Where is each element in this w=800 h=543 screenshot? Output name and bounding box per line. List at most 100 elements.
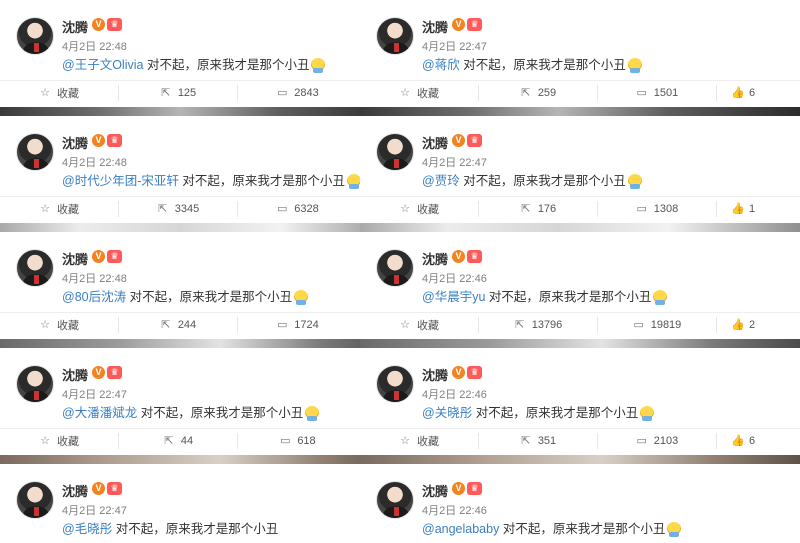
post-time[interactable]: 4月2日 22:47 xyxy=(422,154,487,170)
repost-button[interactable]: ⇱ 125 xyxy=(119,85,238,101)
favorite-button[interactable]: ☆ 收藏 xyxy=(360,317,479,333)
like-button[interactable]: 👍 1 xyxy=(717,201,757,217)
repost-button[interactable]: ⇱ 13796 xyxy=(479,317,598,333)
favorite-button[interactable]: ☆ 收藏 xyxy=(0,317,119,333)
action-bar: ☆ 收藏 ⇱ 44 ▭ 618 xyxy=(0,429,400,453)
repost-button[interactable]: ⇱ 176 xyxy=(479,201,598,217)
clown-emoji-icon xyxy=(640,406,655,421)
repost-icon: ⇱ xyxy=(521,434,531,447)
comment-icon: ▭ xyxy=(633,318,644,331)
right-column: 沈腾 V ♛ 4月2日 22:47 @蒋欣 对不起，原来我才是那个小丑 ☆ 收藏 … xyxy=(360,0,800,543)
avatar[interactable] xyxy=(16,249,54,287)
author-name[interactable]: 沈腾 xyxy=(422,249,448,268)
crown-badge-icon: ♛ xyxy=(467,134,482,147)
comment-button[interactable]: ▭ 618 xyxy=(238,433,357,449)
author-name[interactable]: 沈腾 xyxy=(62,481,88,500)
repost-button[interactable]: ⇱ 351 xyxy=(479,433,598,449)
favorite-button[interactable]: ☆ 收藏 xyxy=(0,201,119,217)
comment-button[interactable]: ▭ 19819 xyxy=(598,317,717,333)
repost-button[interactable]: ⇱ 259 xyxy=(479,85,598,101)
like-button[interactable]: 👍 6 xyxy=(717,85,757,101)
comment-count: 1308 xyxy=(653,203,679,215)
mention-link[interactable]: @毛晓彤 xyxy=(62,522,112,536)
mention-link[interactable]: @angelababy xyxy=(422,522,499,536)
post-time[interactable]: 4月2日 22:48 xyxy=(62,270,127,286)
author-name[interactable]: 沈腾 xyxy=(62,133,88,152)
mention-link[interactable]: @王子文Olivia xyxy=(62,58,143,72)
comment-button[interactable]: ▭ 6328 xyxy=(238,201,357,217)
author-name[interactable]: 沈腾 xyxy=(422,481,448,500)
author-name[interactable]: 沈腾 xyxy=(422,365,448,384)
comment-icon: ▭ xyxy=(277,86,288,99)
post-content: 对不起，原来我才是那个小丑 xyxy=(115,522,279,536)
comment-button[interactable]: ▭ 2103 xyxy=(598,433,717,449)
comment-button[interactable]: ▭ 1501 xyxy=(598,85,717,101)
mention-link[interactable]: @贾玲 xyxy=(422,174,460,188)
mention-link[interactable]: @大潘潘斌龙 xyxy=(62,406,137,420)
post-time[interactable]: 4月2日 22:46 xyxy=(422,386,487,402)
clown-emoji-icon xyxy=(627,58,642,73)
repost-count: 13796 xyxy=(531,319,563,331)
clown-emoji-icon xyxy=(294,290,309,305)
star-icon: ☆ xyxy=(400,86,410,99)
mention-link[interactable]: @蒋欣 xyxy=(422,58,460,72)
post-time[interactable]: 4月2日 22:48 xyxy=(62,154,127,170)
comment-button[interactable]: ▭ 2843 xyxy=(238,85,357,101)
like-count: 2 xyxy=(749,319,756,331)
mention-link[interactable]: @时代少年团-宋亚轩 xyxy=(62,174,179,188)
favorite-button[interactable]: ☆ 收藏 xyxy=(0,85,119,101)
avatar[interactable] xyxy=(16,481,54,519)
weibo-post-card: 沈腾 V ♛ 4月2日 22:46 @华晨宇yu 对不起，原来我才是那个小丑 ☆… xyxy=(360,232,800,348)
avatar[interactable] xyxy=(376,249,414,287)
mention-link[interactable]: @关晓彤 xyxy=(422,406,472,420)
post-time[interactable]: 4月2日 22:48 xyxy=(62,38,127,54)
author-name[interactable]: 沈腾 xyxy=(62,249,88,268)
author-badges: V ♛ xyxy=(92,18,122,32)
favorite-button[interactable]: ☆ 收藏 xyxy=(360,433,479,449)
post-time[interactable]: 4月2日 22:46 xyxy=(422,270,487,286)
repost-button[interactable]: ⇱ 44 xyxy=(119,433,238,449)
verified-v-icon: V xyxy=(452,482,465,495)
author-name[interactable]: 沈腾 xyxy=(422,133,448,152)
avatar[interactable] xyxy=(16,17,54,55)
avatar[interactable] xyxy=(16,365,54,403)
like-button[interactable]: 👍 6 xyxy=(717,433,757,449)
avatar[interactable] xyxy=(376,133,414,171)
comment-count: 1501 xyxy=(653,87,679,99)
repost-button[interactable]: ⇱ 244 xyxy=(119,317,238,333)
weibo-post-card: 沈腾 V ♛ 4月2日 22:47 @大潘潘斌龙 对不起，原来我才是那个小丑 ☆… xyxy=(0,348,400,464)
post-time[interactable]: 4月2日 22:47 xyxy=(62,386,127,402)
post-time[interactable]: 4月2日 22:46 xyxy=(422,502,487,518)
comment-icon: ▭ xyxy=(280,434,291,447)
mention-link[interactable]: @华晨宇yu xyxy=(422,290,485,304)
verified-v-icon: V xyxy=(92,482,105,495)
post-text: @贾玲 对不起，原来我才是那个小丑 xyxy=(422,170,642,189)
avatar[interactable] xyxy=(376,365,414,403)
like-button[interactable]: 👍 2 xyxy=(717,317,757,333)
favorite-label: 收藏 xyxy=(417,204,439,216)
favorite-button[interactable]: ☆ 收藏 xyxy=(360,201,479,217)
avatar[interactable] xyxy=(376,481,414,519)
avatar[interactable] xyxy=(376,17,414,55)
comment-button[interactable]: ▭ 1724 xyxy=(238,317,357,333)
favorite-button[interactable]: ☆ 收藏 xyxy=(0,433,119,449)
favorite-label: 收藏 xyxy=(417,436,439,448)
author-badges: V ♛ xyxy=(92,134,122,148)
author-name[interactable]: 沈腾 xyxy=(62,365,88,384)
repost-count: 3345 xyxy=(174,203,200,215)
author-name[interactable]: 沈腾 xyxy=(422,17,448,36)
repost-button[interactable]: ⇱ 3345 xyxy=(119,201,238,217)
crown-badge-icon: ♛ xyxy=(467,366,482,379)
comment-button[interactable]: ▭ 1308 xyxy=(598,201,717,217)
crown-badge-icon: ♛ xyxy=(467,482,482,495)
repost-count: 176 xyxy=(537,203,557,215)
post-time[interactable]: 4月2日 22:47 xyxy=(422,38,487,54)
post-time[interactable]: 4月2日 22:47 xyxy=(62,502,127,518)
comment-count: 2843 xyxy=(294,87,319,99)
crown-badge-icon: ♛ xyxy=(107,18,122,31)
post-text: @80后沈涛 对不起，原来我才是那个小丑 xyxy=(62,286,309,305)
avatar[interactable] xyxy=(16,133,54,171)
favorite-button[interactable]: ☆ 收藏 xyxy=(360,85,479,101)
mention-link[interactable]: @80后沈涛 xyxy=(62,290,126,304)
author-name[interactable]: 沈腾 xyxy=(62,17,88,36)
